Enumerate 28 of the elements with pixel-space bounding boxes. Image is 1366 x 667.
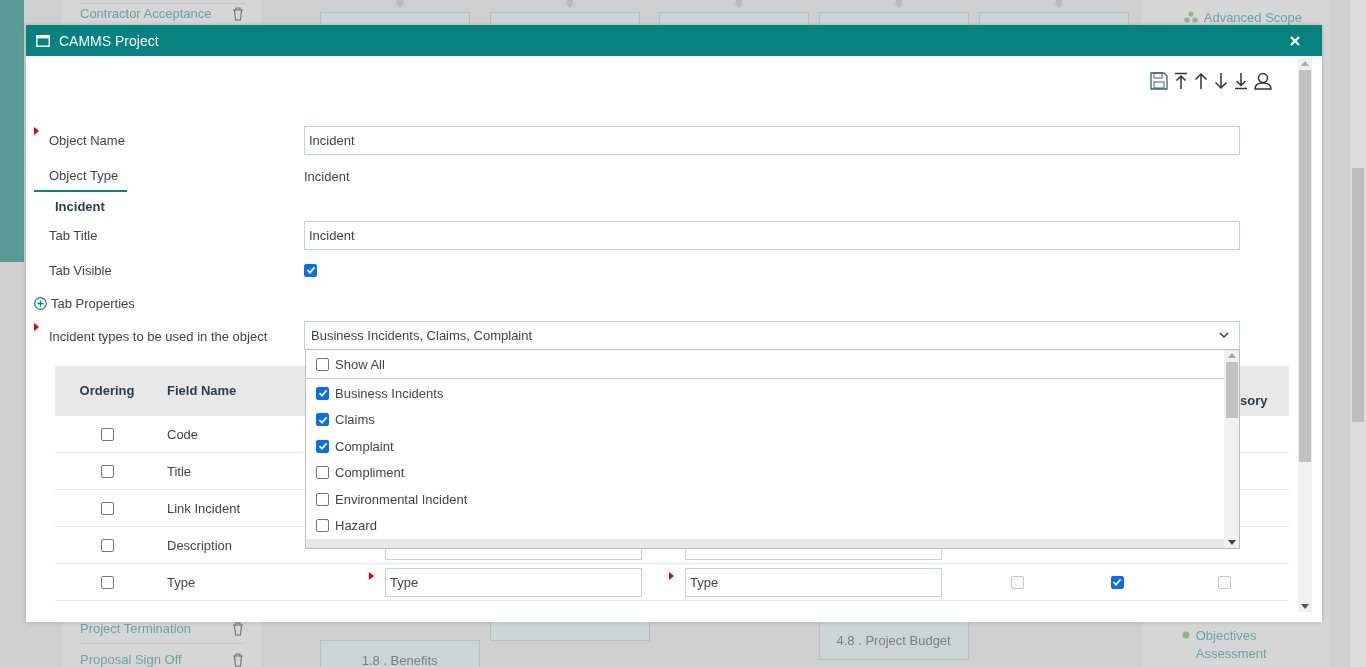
field-label: Incident types to be used in the object	[49, 328, 269, 344]
dropdown-option[interactable]: Claims	[306, 406, 1224, 433]
dropdown-option[interactable]: Environmental Incident	[306, 486, 1224, 513]
table-cell: Type	[167, 574, 196, 590]
column-header: Field Name	[167, 383, 237, 398]
field-label: Tab Visible	[49, 262, 113, 278]
dialog-title: CAMMS Project	[59, 32, 159, 49]
dropdown-option[interactable]: Compliment	[306, 459, 1224, 486]
column-header: Ordering	[79, 383, 135, 398]
table-cell: Title	[167, 463, 192, 479]
dropdown-option[interactable]: Business Incidents	[306, 380, 1224, 407]
section-toggle[interactable]: Tab Properties	[51, 295, 135, 311]
field-label: Tab Title	[49, 227, 99, 243]
input-field[interactable]: Type	[685, 567, 942, 597]
input-field[interactable]: Type	[385, 567, 642, 597]
object-type-tab[interactable]: Object Type	[34, 160, 127, 192]
table-cell: Description	[167, 537, 233, 553]
object-type-value: Incident	[304, 168, 350, 184]
dropdown-option[interactable]: Show All	[306, 350, 1224, 379]
object-name-field[interactable]: Incident	[304, 125, 1240, 155]
table-cell: Link Incident	[167, 500, 240, 516]
tab-title-field[interactable]: Incident	[304, 220, 1240, 250]
dropdown-option[interactable]: Complaint	[306, 433, 1224, 460]
column-header: sory	[1240, 393, 1268, 408]
section-title: Incident	[55, 198, 105, 214]
field-label: Object Name	[49, 132, 126, 148]
table-cell: Code	[167, 426, 199, 442]
dropdown-option[interactable]: Hazard	[306, 512, 1224, 539]
